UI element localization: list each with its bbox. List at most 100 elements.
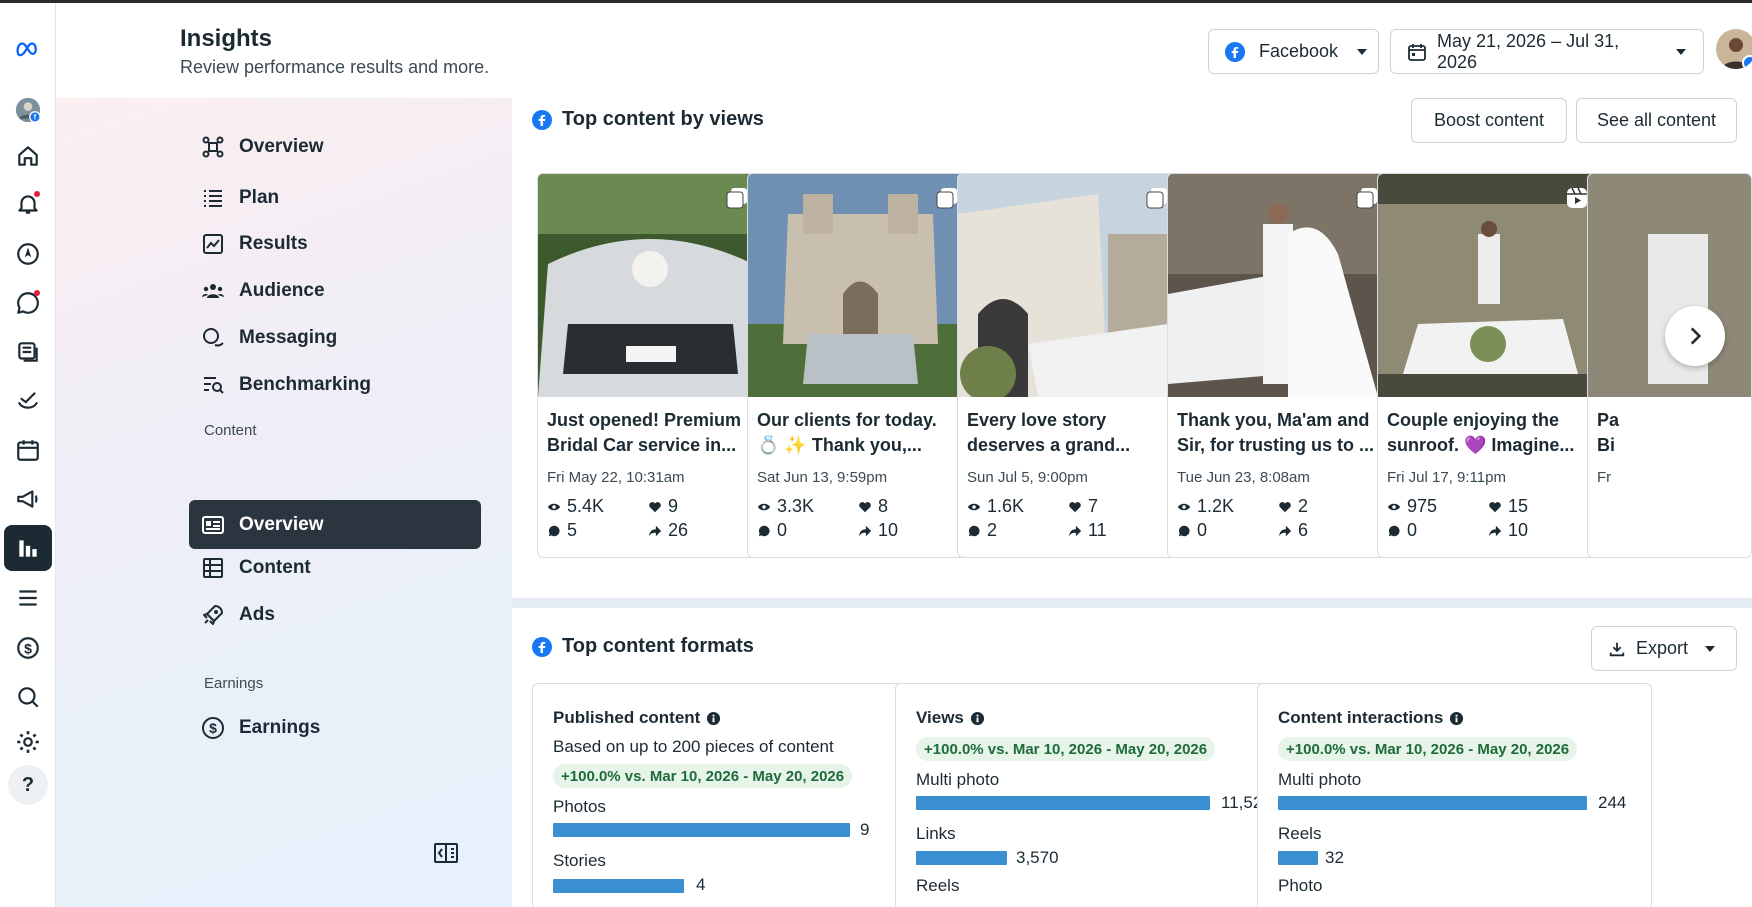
sidebar-item-label: Overview — [239, 513, 324, 535]
explore-icon[interactable] — [4, 231, 52, 277]
post-thumbnail — [1588, 174, 1751, 397]
sidebar-item-content[interactable]: Content — [189, 543, 481, 592]
views-stat: 975 — [1387, 496, 1437, 517]
views-stat: 1.6K — [967, 496, 1024, 517]
export-button[interactable]: Export — [1591, 626, 1737, 671]
engage-icon[interactable] — [4, 378, 52, 424]
post-card[interactable]: Pa Bi Fr — [1587, 173, 1752, 558]
content-overview-icon — [202, 515, 224, 534]
facebook-icon — [532, 109, 552, 130]
see-all-content-button[interactable]: See all content — [1576, 98, 1737, 143]
ads-icon[interactable] — [4, 476, 52, 522]
eye-icon — [1177, 503, 1191, 510]
post-caption: Couple enjoying the sunroof. 💜 Imagine... — [1387, 410, 1575, 455]
content-icon[interactable] — [4, 329, 52, 375]
notification-badge — [34, 191, 40, 197]
post-card[interactable]: Our clients for today. 💍 ✨ Thank you,... … — [747, 173, 972, 558]
multi-photo-icon — [1146, 188, 1167, 209]
comment-icon — [1388, 525, 1400, 536]
sidebar-item-overview[interactable]: Overview — [189, 122, 481, 171]
bar-value: 244 — [1598, 793, 1627, 812]
multi-photo-icon — [726, 188, 747, 209]
home-icon[interactable] — [4, 133, 52, 179]
top-formats-card: Top content formats Export Published con… — [512, 608, 1752, 907]
info-icon — [707, 711, 721, 725]
calendar-icon[interactable] — [4, 427, 52, 473]
sidebar-item-label: Messaging — [239, 326, 338, 348]
bar-label: Links — [916, 824, 956, 843]
help-icon[interactable]: ? — [8, 765, 48, 805]
bar-label: Photos — [553, 797, 606, 816]
sidebar-item-results[interactable]: Results — [189, 219, 481, 268]
help-label: ? — [21, 773, 35, 796]
heart-icon — [1069, 501, 1081, 512]
boost-content-button[interactable]: Boost content — [1411, 98, 1567, 143]
comment-icon — [968, 525, 980, 536]
bar-label: Multi photo — [1278, 770, 1362, 789]
shares-stat: 10 — [1488, 520, 1528, 541]
overview-icon — [202, 136, 224, 157]
sidebar-item-ads[interactable]: Ads — [189, 590, 481, 639]
reel-icon — [1567, 187, 1587, 208]
post-card[interactable]: Just opened! Premium Bridal Car service i… — [537, 173, 762, 558]
search-icon[interactable] — [4, 674, 52, 720]
post-card[interactable]: Thank you, Ma'am and Sir, for trusting us… — [1167, 173, 1392, 558]
comments-stat: 5 — [547, 520, 577, 541]
reactions-stat: 7 — [1068, 496, 1098, 517]
sidebar-item-messaging[interactable]: Messaging — [189, 313, 481, 362]
meta-logo-icon[interactable] — [4, 25, 52, 71]
boost-content-label: Boost content — [1433, 110, 1545, 130]
sidebar-item-content-overview[interactable]: Overview — [189, 500, 481, 549]
sidebar-item-label: Plan — [239, 186, 280, 208]
sidebar-item-label: Content — [239, 556, 311, 578]
comments-stat: 0 — [757, 520, 787, 541]
change-badge: +100.0% vs. Mar 10, 2026 - May 20, 2026 — [553, 764, 853, 788]
post-date: Sun Jul 5, 9:00pm — [967, 469, 1088, 486]
bar-label: Reels — [916, 876, 960, 895]
settings-icon[interactable] — [4, 719, 52, 765]
post-card[interactable]: Every love story deserves a grand... Sun … — [957, 173, 1182, 558]
platform-selector[interactable]: Facebook — [1208, 29, 1379, 74]
date-range-label: May 21, 2026 – Jul 31, 2026 — [1437, 30, 1620, 72]
reactions-stat: 15 — [1488, 496, 1528, 517]
sidebar-item-plan[interactable]: Plan — [189, 173, 481, 222]
sidebar-item-benchmarking[interactable]: Benchmarking — [189, 360, 481, 409]
audience-icon — [202, 283, 224, 298]
table-icon — [203, 557, 223, 578]
messages-icon[interactable] — [4, 280, 52, 326]
rocket-icon — [203, 604, 223, 625]
monetization-icon[interactable]: $ — [4, 625, 52, 671]
post-caption: Our clients for today. 💍 ✨ Thank you,... — [757, 410, 937, 455]
views-stat: 3.3K — [757, 496, 814, 517]
shares-stat: 6 — [1278, 520, 1308, 541]
reactions-stat: 9 — [648, 496, 678, 517]
post-card[interactable]: Couple enjoying the sunroof. 💜 Imagine...… — [1377, 173, 1602, 558]
sidebar-item-audience[interactable]: Audience — [189, 266, 481, 315]
main-content: Top content by views Boost content See a… — [512, 98, 1752, 907]
bar-label: Stories — [553, 851, 606, 870]
reactions-stat: 8 — [858, 496, 888, 517]
top-formats-title: Top content formats — [562, 635, 754, 657]
page-avatar[interactable]: f — [4, 87, 52, 133]
sidebar-item-label: Benchmarking — [239, 373, 371, 395]
multi-photo-icon — [936, 188, 957, 209]
eye-icon — [757, 503, 771, 510]
carousel-next-button[interactable] — [1665, 306, 1725, 366]
benchmarking-icon — [204, 376, 224, 394]
share-icon — [648, 525, 662, 536]
sidebar-item-earnings[interactable]: $ Earnings — [189, 703, 481, 752]
share-icon — [1068, 525, 1082, 536]
eye-icon — [547, 503, 561, 510]
notifications-icon[interactable] — [4, 181, 52, 227]
share-icon — [858, 525, 872, 536]
bar-value: 3,570 — [1016, 848, 1059, 867]
post-caption: Every love story deserves a grand... — [967, 410, 1131, 455]
heart-icon — [1279, 501, 1291, 512]
change-badge: +100.0% vs. Mar 10, 2026 - May 20, 2026 — [1278, 737, 1578, 761]
views-stat: 5.4K — [547, 496, 604, 517]
collapse-sidebar-icon[interactable] — [434, 843, 458, 863]
menu-icon[interactable] — [4, 575, 52, 621]
account-avatar[interactable] — [1716, 29, 1752, 69]
date-range-selector[interactable]: May 21, 2026 – Jul 31, 2026 — [1390, 29, 1704, 74]
insights-icon[interactable] — [4, 525, 52, 571]
